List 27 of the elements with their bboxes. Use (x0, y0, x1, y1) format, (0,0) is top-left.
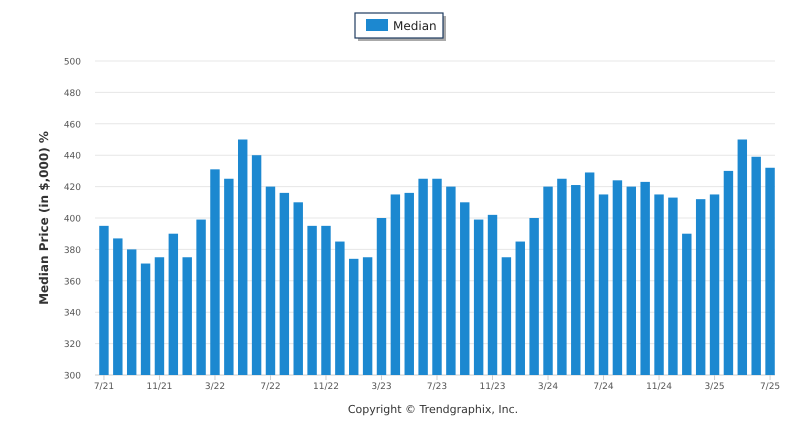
legend-label: Median (393, 19, 437, 33)
y-axis-title: Median Price (in $,000) % (37, 131, 51, 305)
y-axis-label: 400 (64, 214, 81, 224)
y-axis-label: 420 (64, 183, 81, 194)
y-axis-label: 320 (64, 340, 81, 350)
x-axis-label: 11/22 (313, 382, 339, 392)
y-axis-label: 300 (64, 372, 81, 382)
x-axis-label: 11/24 (646, 382, 672, 392)
y-axis-label: 440 (64, 152, 81, 162)
x-axis-label: 3/22 (204, 382, 226, 392)
y-axis-label: 340 (64, 308, 81, 319)
x-axis-label: 7/25 (760, 382, 780, 392)
x-axis-label: 3/23 (371, 382, 392, 392)
x-axis-label: 7/24 (593, 382, 614, 392)
x-axis-label: 3/25 (704, 382, 725, 392)
x-axis-label: 7/22 (260, 382, 281, 392)
y-axis-label: 380 (64, 246, 81, 256)
y-axis-label: 480 (64, 88, 81, 99)
x-axis-label: 11/23 (480, 382, 506, 392)
x-axis-label: 3/24 (538, 382, 558, 392)
copyright-text: Copyright © Trendgraphix, Inc. (348, 403, 518, 416)
x-axis-label: 7/23 (426, 382, 448, 392)
y-axis-label: 360 (64, 277, 81, 288)
x-axis-label: 7/21 (94, 382, 114, 392)
y-axis-label: 460 (64, 120, 81, 130)
x-axis-label: 11/21 (146, 382, 172, 392)
y-axis-label: 500 (64, 58, 81, 68)
